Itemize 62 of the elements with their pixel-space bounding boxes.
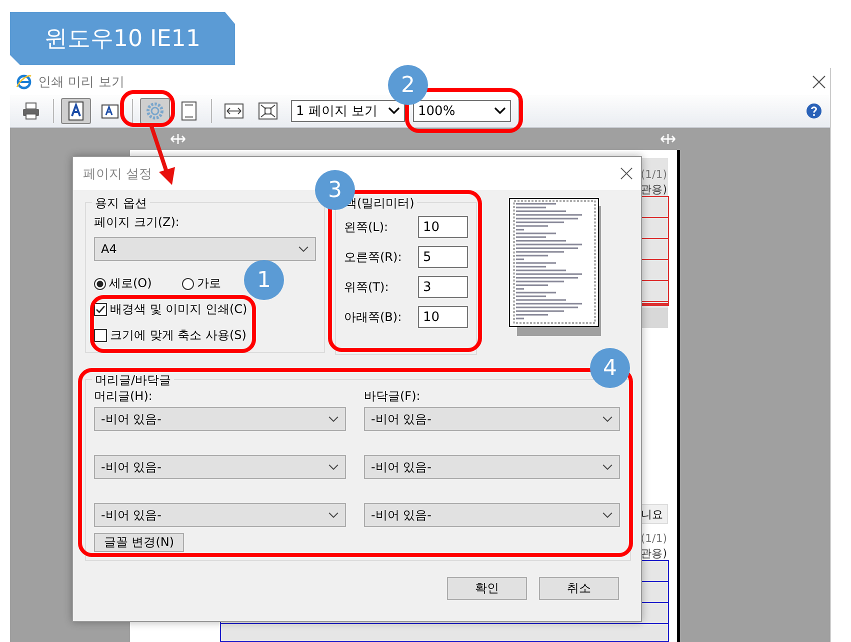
field-label: 아래쪽(B): [344, 308, 402, 326]
title-banner: 윈도우10 IE11 [10, 12, 235, 65]
checkbox[interactable] [94, 329, 107, 342]
copy-label-text: 관용) [640, 182, 667, 197]
header-dropdown[interactable]: -비어 있음- [94, 455, 346, 479]
chevron-down-icon [328, 512, 339, 518]
chevron-down-icon [388, 107, 400, 115]
field-label: 오른쪽(R): [344, 248, 402, 266]
close-icon[interactable] [812, 74, 826, 88]
horizontal-arrows-icon [224, 101, 244, 121]
cancel-button[interactable]: 취소 [539, 577, 619, 600]
field-label: 페이지 크기(Z): [94, 214, 180, 231]
option-checkbox[interactable]: 배경색 및 이미지 인쇄(C) [94, 301, 248, 318]
font-large-button[interactable] [61, 98, 91, 124]
close-icon[interactable] [620, 167, 633, 180]
chevron-down-icon [602, 416, 613, 422]
field-label: 바닥글(F): [364, 388, 422, 405]
footer-dropdown[interactable]: -비어 있음- [364, 407, 620, 431]
dialog-title: 페이지 설정 [83, 166, 152, 182]
gear-icon [145, 101, 165, 121]
printer-icon [21, 101, 41, 121]
change-font-button[interactable]: 글꼴 변경(N) [94, 533, 184, 552]
letter-a-icon [66, 101, 86, 121]
field-label: 머리글(H): [94, 388, 154, 405]
zoom-dropdown[interactable]: 100% [413, 100, 511, 122]
margin-input-field[interactable]: 10 [418, 306, 468, 328]
footer-dropdown[interactable]: -비어 있음- [364, 455, 620, 479]
chevron-down-icon [602, 512, 613, 518]
chevron-down-icon [328, 464, 339, 470]
annotation-arrow [148, 124, 178, 186]
header-dropdown[interactable]: -비어 있음- [94, 503, 346, 527]
page-number-text: (1/1) [640, 532, 667, 545]
ok-button[interactable]: 확인 [447, 577, 527, 600]
highlight-outline [120, 90, 175, 127]
page-number-text: (1/1) [640, 168, 667, 181]
header-dropdown[interactable]: -비어 있음- [94, 407, 346, 431]
field-label: 위쪽(T): [344, 278, 389, 296]
margin-input-field[interactable]: 10 [418, 216, 468, 238]
fit-page-icon [258, 101, 278, 121]
page-size-dropdown[interactable]: A4 [94, 237, 316, 261]
margin-input-field[interactable]: 5 [418, 246, 468, 268]
page-view-dropdown[interactable]: 1 페이지 보기 [291, 100, 405, 122]
step-number-badge: 2 [388, 65, 428, 105]
orientation-radio[interactable]: 세로(O) [94, 275, 152, 292]
copy-label-text: 관용) [640, 546, 667, 561]
window-title: 인쇄 미리 보기 [38, 74, 124, 90]
help-icon[interactable] [806, 103, 822, 119]
page-icon [179, 101, 199, 121]
margin-handle-icon[interactable] [170, 134, 186, 144]
chevron-down-icon [494, 107, 506, 115]
footer-dropdown[interactable]: -비어 있음- [364, 503, 620, 527]
checkbox[interactable] [94, 303, 107, 316]
margin-input-field[interactable]: 3 [418, 276, 468, 298]
chevron-down-icon [328, 416, 339, 422]
chevron-down-icon [602, 464, 613, 470]
field-label: 왼쪽(L): [344, 218, 388, 236]
browser-logo-icon [16, 74, 32, 90]
margin-handle-icon[interactable] [660, 134, 676, 144]
group-legend: 용지 옵션 [92, 195, 150, 212]
option-checkbox[interactable]: 크기에 맞게 축소 사용(S) [94, 327, 246, 344]
chevron-down-icon [298, 246, 309, 252]
orientation-radio[interactable]: 가로 [182, 275, 221, 292]
